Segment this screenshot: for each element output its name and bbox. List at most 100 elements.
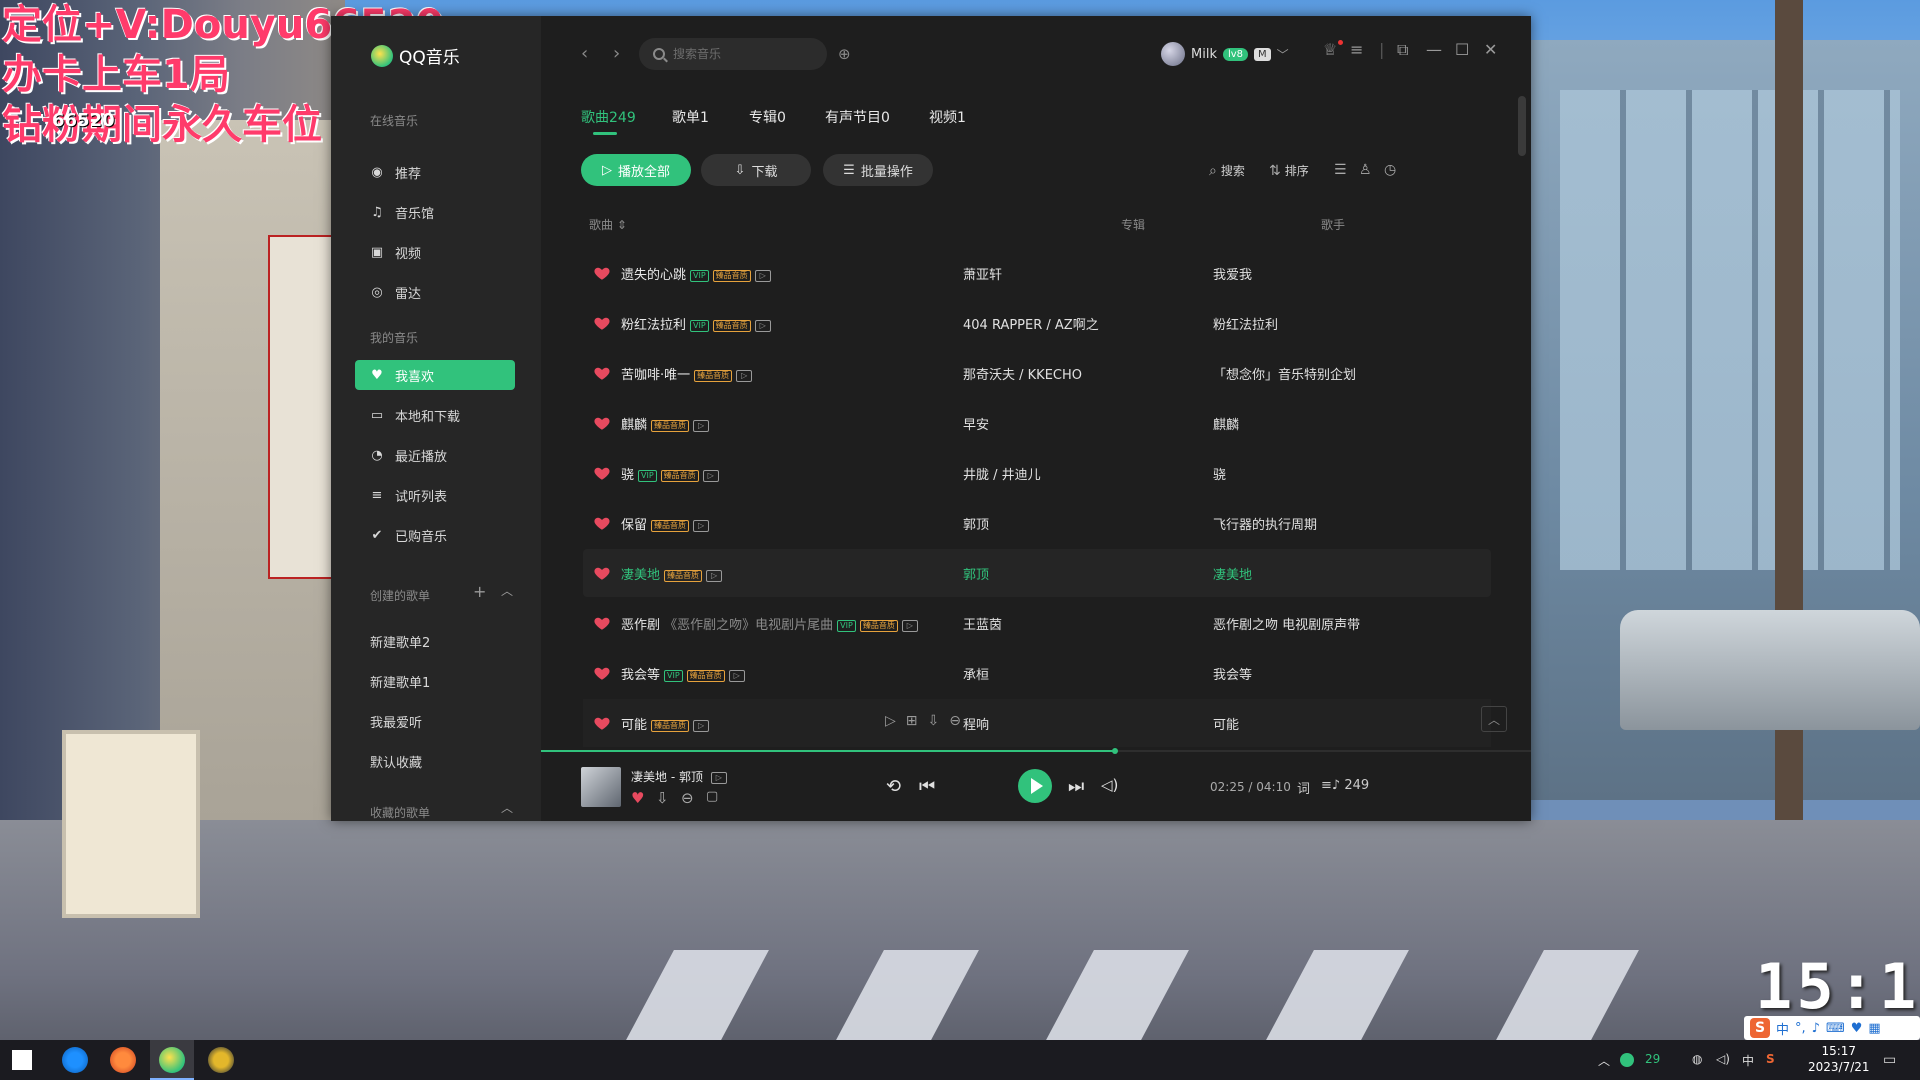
play-icon[interactable]: ▷ (885, 713, 896, 729)
heart-icon[interactable] (593, 564, 611, 582)
more-icon[interactable]: ⊖ (681, 789, 694, 807)
mv-tag-icon[interactable]: ▷ (693, 519, 710, 532)
skin-icon[interactable]: ♥ (1851, 1021, 1863, 1036)
scroll-to-top-button[interactable]: ︿ (1481, 706, 1507, 732)
windows-start-icon[interactable] (12, 1050, 32, 1070)
chevron-down-icon[interactable]: ﹀ (1277, 46, 1289, 63)
mini-mode-icon[interactable]: ⧉ (1397, 40, 1408, 60)
song-title[interactable]: 骁 VIP 臻品音质 ▷ (621, 464, 719, 483)
song-title[interactable]: 遗失的心跳 VIP 臻品音质 ▷ (621, 264, 771, 283)
song-album[interactable]: 可能 (1213, 714, 1239, 733)
heart-icon[interactable] (593, 714, 611, 732)
mv-tag-icon[interactable]: ▷ (901, 619, 918, 632)
playlist-item[interactable]: 我最爱听 (370, 712, 422, 731)
song-artist[interactable]: 郭顶 (963, 514, 989, 533)
song-artist[interactable]: 程响 (963, 714, 989, 733)
table-row[interactable]: 保留 臻品音质 ▷ 郭顶 飞行器的执行周期 (583, 499, 1491, 547)
collapse-collected-icon[interactable]: ︿ (501, 799, 513, 816)
now-playing-title[interactable]: 凄美地 - 郭顶 ▷ (631, 768, 727, 785)
ime-toolbar[interactable]: S 中 °, ♪ ⌨ ♥ ▦ (1744, 1016, 1920, 1040)
sidebar-item-music-hall[interactable]: ♫ 音乐馆 (355, 197, 515, 227)
heart-icon[interactable] (593, 464, 611, 482)
batch-operation-button[interactable]: ☰ 批量操作 (823, 154, 933, 186)
edge-browser-icon[interactable] (62, 1047, 88, 1073)
song-title[interactable]: 凄美地 臻品音质 ▷ (621, 564, 723, 583)
song-artist[interactable]: 承桓 (963, 664, 989, 683)
heart-icon[interactable] (593, 614, 611, 632)
heart-icon[interactable] (593, 314, 611, 332)
tray-badge[interactable]: 29 (1645, 1052, 1660, 1066)
song-album[interactable]: 「想念你」音乐特别企划 (1213, 364, 1356, 383)
progress-bar[interactable] (541, 748, 1531, 754)
song-album[interactable]: 我爱我 (1213, 264, 1252, 283)
user-name[interactable]: Milk (1191, 47, 1217, 62)
play-all-button[interactable]: ▷ 播放全部 (581, 154, 691, 186)
forward-icon[interactable]: › (613, 44, 620, 64)
song-album[interactable]: 恶作剧之吻 电视剧原声带 (1213, 614, 1360, 633)
play-button[interactable] (1018, 769, 1052, 803)
menu-icon[interactable]: ≡ (1350, 40, 1363, 59)
tray-sogou-icon[interactable]: S (1766, 1052, 1775, 1066)
douyu-app-icon[interactable] (110, 1047, 136, 1073)
download-icon[interactable]: ⇩ (928, 713, 940, 729)
table-row[interactable]: 恶作剧 《恶作剧之吻》电视剧片尾曲 VIP 臻品音质 ▷ 王蓝茵 恶作剧之吻 电视剧原声带 (583, 599, 1491, 647)
table-row[interactable]: 凄美地 臻品音质 ▷ 郭顶 凄美地 (583, 549, 1491, 597)
previous-icon[interactable]: ⏮ (919, 776, 935, 797)
like-icon[interactable]: ♥ (631, 789, 644, 807)
download-button[interactable]: ⇩ 下载 (701, 154, 811, 186)
song-title[interactable]: 我会等 VIP 臻品音质 ▷ (621, 664, 745, 683)
playlist-item[interactable]: 默认收藏 (370, 752, 422, 771)
song-artist[interactable]: 郭顶 (963, 564, 989, 583)
song-album[interactable]: 凄美地 (1213, 564, 1252, 583)
sidebar-item-purchased[interactable]: ✔ 已购音乐 (355, 520, 515, 550)
song-title[interactable]: 可能 臻品音质 ▷ (621, 714, 710, 733)
table-row[interactable]: 苦咖啡·唯一 臻品音质 ▷ 那奇沃夫 / KKECHO 「想念你」音乐特别企划 (583, 349, 1491, 397)
table-row[interactable]: 麒麟 臻品音质 ▷ 早安 麒麟 (583, 399, 1491, 447)
mv-tag-icon[interactable]: ▷ (754, 319, 771, 332)
taskbar-clock[interactable]: 15:17 2023/7/21 (1808, 1043, 1870, 1075)
song-artist[interactable]: 井胧 / 井迪儿 (963, 464, 1041, 483)
heart-icon[interactable] (593, 414, 611, 432)
grid-icon[interactable]: ▦ (1868, 1021, 1880, 1036)
song-title[interactable]: 粉红法拉利 VIP 臻品音质 ▷ (621, 314, 771, 333)
song-album[interactable]: 麒麟 (1213, 414, 1239, 433)
sidebar-item-video[interactable]: ▣ 视频 (355, 237, 515, 267)
app-logo[interactable]: QQ音乐 (371, 43, 460, 68)
game-app-icon[interactable] (208, 1047, 234, 1073)
heart-icon[interactable] (593, 664, 611, 682)
download-icon[interactable]: ⇩ (656, 789, 669, 807)
mv-tag-icon[interactable]: ▷ (728, 669, 745, 682)
sidebar-item-liked[interactable]: ♥ 我喜欢 (355, 360, 515, 390)
microphone-icon[interactable]: ♪ (1812, 1021, 1820, 1036)
avatar[interactable] (1161, 42, 1185, 66)
mv-tag-icon[interactable]: ▷ (702, 469, 719, 482)
progress-handle[interactable] (1112, 748, 1119, 754)
mv-tag-icon[interactable]: ▷ (693, 719, 710, 732)
sort-button[interactable]: ⇅ 排序 (1269, 162, 1309, 179)
playlist-item[interactable]: 新建歌单1 (370, 672, 430, 691)
song-artist[interactable]: 404 RAPPER / AZ啊之 (963, 314, 1099, 333)
scrollbar[interactable] (1518, 96, 1526, 156)
table-row[interactable]: 骁 VIP 臻品音质 ▷ 井胧 / 井迪儿 骁 (583, 449, 1491, 497)
qqmusic-taskbar-icon[interactable] (159, 1047, 185, 1073)
song-artist[interactable]: 那奇沃夫 / KKECHO (963, 364, 1082, 383)
tray-ime-label[interactable]: 中 (1742, 1052, 1754, 1069)
list-search-button[interactable]: ⌕ 搜索 (1209, 162, 1245, 179)
mv-tag-icon[interactable]: ▷ (736, 369, 753, 382)
song-title[interactable]: 恶作剧 《恶作剧之吻》电视剧片尾曲 VIP 臻品音质 ▷ (621, 614, 918, 633)
song-album[interactable]: 骁 (1213, 464, 1226, 483)
tray-chrome-icon[interactable]: ◍ (1692, 1052, 1702, 1066)
tab-albums[interactable]: 专辑0 (749, 107, 786, 127)
more-icon[interactable]: ⊖ (949, 713, 961, 729)
tab-videos[interactable]: 视频1 (929, 107, 966, 127)
punctuation-icon[interactable]: °, (1795, 1021, 1806, 1036)
singer-view-icon[interactable]: ♙ (1359, 162, 1372, 178)
heart-icon[interactable] (593, 514, 611, 532)
tab-playlists[interactable]: 歌单1 (672, 107, 709, 127)
mv-tag-icon[interactable]: ▷ (693, 419, 710, 432)
heart-icon[interactable] (593, 264, 611, 282)
song-artist[interactable]: 早安 (963, 414, 989, 433)
song-title[interactable]: 保留 臻品音质 ▷ (621, 514, 710, 533)
table-row[interactable]: 可能 臻品音质 ▷ ▷ ⊞ ⇩ ⊖ 程响 可能 (583, 699, 1491, 747)
skin-shirt-icon[interactable]: ♕ (1323, 40, 1337, 59)
